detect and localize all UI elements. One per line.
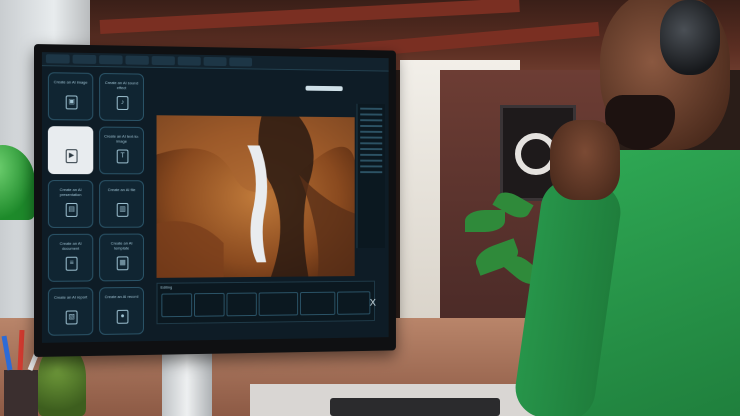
create-tile[interactable]: Create an AI record ● xyxy=(99,286,144,335)
hand xyxy=(550,120,620,200)
tile-label: Create an AI record xyxy=(104,293,139,300)
menu-tab[interactable] xyxy=(151,56,175,66)
create-tile[interactable]: Create an AI image ▣ xyxy=(47,72,94,121)
editing-control[interactable] xyxy=(299,291,336,316)
file-icon: ▥ xyxy=(116,202,129,217)
menu-tab[interactable] xyxy=(99,55,123,65)
headphones-icon xyxy=(660,0,720,75)
create-tile[interactable]: Create an AI file ▥ xyxy=(99,180,144,228)
aerial-canyon-preview xyxy=(156,115,355,278)
menu-tab[interactable] xyxy=(45,54,70,64)
tile-label: Create an AI document xyxy=(59,240,82,251)
photo-scene: Create an AI image ▣ Create an AI sound ef… xyxy=(0,0,740,416)
editing-control[interactable] xyxy=(226,292,257,317)
tile-label: Create an AI file xyxy=(107,187,136,193)
record-icon: ● xyxy=(116,309,129,324)
create-tile[interactable]: Create an AI text-to-image T xyxy=(99,126,144,175)
tile-label: Create an AI template xyxy=(110,240,133,251)
tile-label: Create an AI presentation xyxy=(59,187,82,198)
monitor-stand xyxy=(162,352,212,416)
menu-tab[interactable] xyxy=(229,57,253,67)
create-tile[interactable]: Create an AI sound effect ♪ xyxy=(99,72,144,122)
doc-icon: ≡ xyxy=(65,256,78,271)
editor-screen: Create an AI image ▣ Create an AI sound ef… xyxy=(41,52,389,343)
template-icon: ▦ xyxy=(116,256,129,271)
play-icon: ▶ xyxy=(65,149,78,164)
report-icon: ▧ xyxy=(65,310,78,325)
editing-control[interactable] xyxy=(161,293,193,318)
create-tile[interactable]: ▶ xyxy=(47,126,94,175)
editing-panel: Editing xyxy=(156,280,375,325)
create-tile[interactable]: Create an AI report ▧ xyxy=(47,287,94,336)
tile-label: Create an AI report xyxy=(53,294,88,300)
monitor: Create an AI image ▣ Create an AI sound ef… xyxy=(34,44,396,357)
menu-bar xyxy=(41,52,389,72)
close-icon[interactable]: X xyxy=(370,298,376,309)
create-tile[interactable]: Create an AI document ≡ xyxy=(47,233,94,282)
tile-label: Create an AI image xyxy=(53,79,88,85)
keyboard xyxy=(330,398,500,416)
editing-title: Editing xyxy=(160,284,173,290)
sound-icon: ♪ xyxy=(116,96,129,111)
properties-panel xyxy=(356,103,385,249)
editing-control[interactable] xyxy=(337,291,371,315)
tile-label: Create an AI text-to-image xyxy=(104,133,140,144)
menu-tab[interactable] xyxy=(177,56,201,66)
person xyxy=(511,0,740,416)
editing-control[interactable] xyxy=(194,292,225,317)
menu-tab[interactable] xyxy=(72,54,97,64)
prompt-bar xyxy=(159,74,348,98)
text-icon: T xyxy=(116,149,129,164)
create-tile[interactable]: Create an AI template ▦ xyxy=(99,233,144,282)
prompt-input[interactable] xyxy=(305,85,343,92)
canyon-image xyxy=(156,115,355,278)
tile-label: Create an AI sound effect xyxy=(104,80,139,91)
menu-tab[interactable] xyxy=(203,56,227,67)
create-panel: Create an AI image ▣ Create an AI sound ef… xyxy=(47,72,146,337)
slides-icon: ▤ xyxy=(65,202,78,217)
menu-tab[interactable] xyxy=(125,55,149,65)
create-tile[interactable]: Create an AI presentation ▤ xyxy=(47,180,94,228)
editing-control[interactable] xyxy=(258,292,299,316)
image-icon: ▣ xyxy=(65,95,78,110)
